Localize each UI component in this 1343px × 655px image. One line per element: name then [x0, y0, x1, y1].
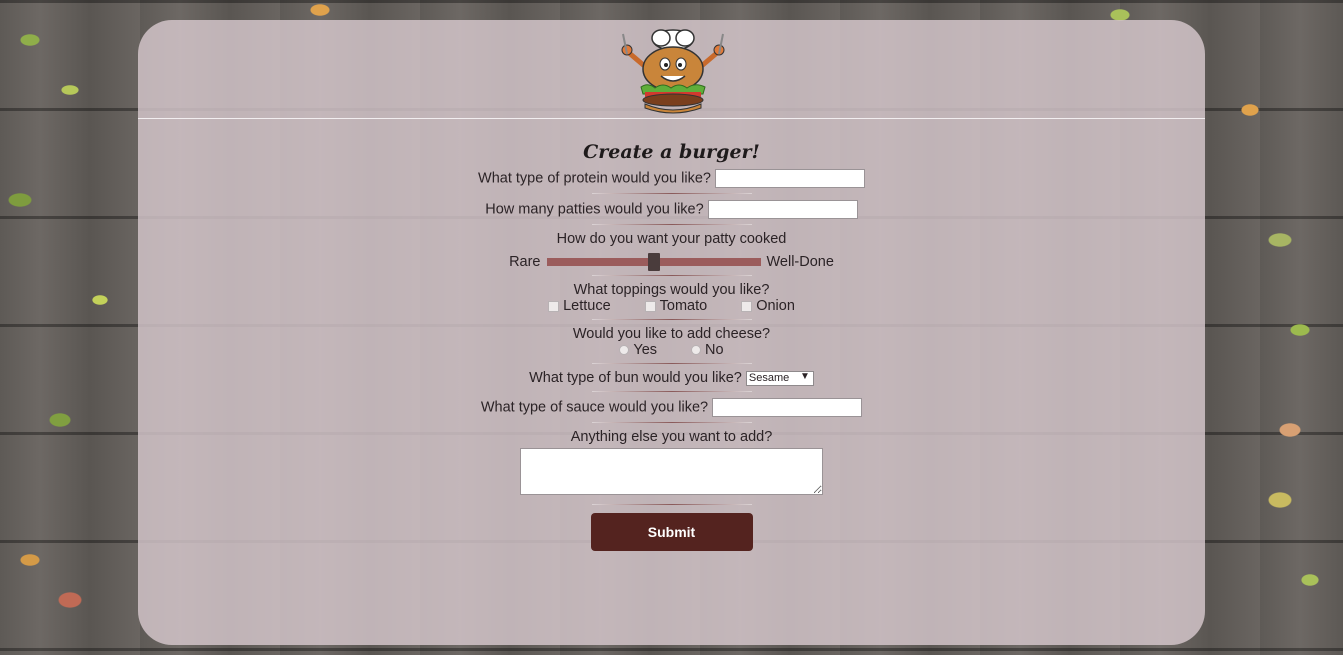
- bun-selected-value: Sesame: [748, 371, 790, 384]
- cooked-label: How do you want your patty cooked: [556, 231, 787, 247]
- extra-label: Anything else you want to add?: [570, 429, 773, 445]
- divider: [591, 422, 752, 423]
- cheese-yes[interactable]: Yes: [619, 342, 657, 358]
- sauce-label: What type of sauce would you like?: [480, 399, 709, 416]
- cheese-no-label: No: [705, 342, 724, 358]
- cheese-yes-label: Yes: [633, 342, 658, 358]
- topping-onion[interactable]: Onion: [741, 298, 795, 314]
- doneness-slider[interactable]: [546, 253, 761, 271]
- form-title: Create a burger!: [583, 141, 760, 163]
- cooked-max-label: Well-Done: [766, 254, 834, 270]
- patties-label: How many patties would you like?: [485, 201, 704, 218]
- sauce-row: What type of sauce would you like?: [138, 398, 1205, 417]
- toppings-row: What toppings would you like? Lettuce To…: [138, 282, 1205, 314]
- lettuce-checkbox[interactable]: [548, 300, 560, 312]
- cooked-min-label: Rare: [509, 254, 541, 270]
- form-panel: Create a burger! What type of protein wo…: [138, 20, 1205, 645]
- cheese-yes-radio[interactable]: [619, 345, 630, 355]
- toppings-label: What toppings would you like?: [573, 282, 770, 298]
- sauce-input[interactable]: [712, 398, 863, 417]
- bun-label: What type of bun would you like?: [529, 370, 742, 386]
- topping-lettuce[interactable]: Lettuce: [548, 298, 611, 314]
- cheese-no-radio[interactable]: [691, 345, 702, 355]
- submit-button[interactable]: Submit: [590, 513, 753, 551]
- cheese-row: Would you like to add cheese? Yes No: [138, 326, 1205, 358]
- topping-tomato[interactable]: Tomato: [644, 298, 708, 314]
- extra-row: Anything else you want to add?: [138, 429, 1205, 499]
- tomato-checkbox[interactable]: [644, 300, 656, 312]
- protein-row: What type of protein would you like?: [138, 169, 1205, 188]
- divider: [591, 193, 752, 194]
- divider: [591, 504, 752, 505]
- burger-form: Create a burger! What type of protein wo…: [138, 135, 1205, 551]
- divider: [591, 275, 752, 276]
- header: [138, 20, 1205, 119]
- divider: [591, 224, 752, 225]
- lettuce-label: Lettuce: [563, 298, 611, 314]
- divider: [591, 319, 752, 320]
- burger-chef-mascot-icon: [621, 29, 725, 114]
- onion-label: Onion: [756, 298, 795, 314]
- cheese-label: Would you like to add cheese?: [572, 326, 771, 342]
- onion-checkbox[interactable]: [741, 300, 753, 312]
- dropdown-arrow-icon: ▼: [800, 370, 810, 382]
- extra-textarea[interactable]: [520, 448, 823, 495]
- patties-row: How many patties would you like?: [138, 200, 1205, 219]
- slider-thumb[interactable]: [647, 253, 660, 271]
- bun-select[interactable]: Sesame ▼: [745, 370, 814, 386]
- protein-label: What type of protein would you like?: [478, 170, 711, 187]
- patties-input[interactable]: [707, 200, 858, 219]
- cheese-no[interactable]: No: [691, 342, 724, 358]
- divider: [591, 391, 752, 392]
- protein-input[interactable]: [714, 169, 865, 188]
- divider: [591, 363, 752, 364]
- tomato-label: Tomato: [659, 298, 708, 314]
- cooked-row: How do you want your patty cooked Rare W…: [138, 231, 1205, 271]
- bun-row: What type of bun would you like? Sesame …: [138, 370, 1205, 386]
